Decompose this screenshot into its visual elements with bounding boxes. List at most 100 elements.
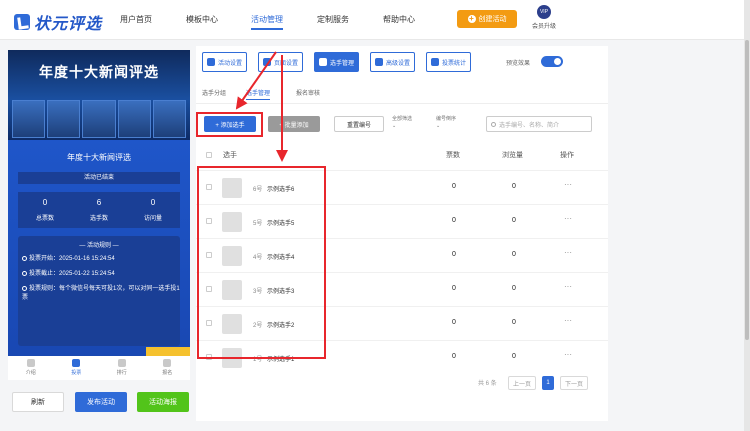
preview-tab-signup[interactable]: 报名 xyxy=(145,356,191,380)
more-icon[interactable]: ··· xyxy=(564,282,572,291)
search-input[interactable]: 选手编号、名称、简介 xyxy=(486,116,592,132)
rule-text: 投票规则：每个微信号每天可投1次，可以对同一选手投1票 xyxy=(22,286,180,301)
settings-icon xyxy=(207,58,215,66)
contestant-votes: 0 xyxy=(452,285,456,292)
brand-name: 状元评选 xyxy=(34,16,103,33)
tab-label: 投票 xyxy=(71,370,82,376)
prev-page-button[interactable]: 上一页 xyxy=(508,376,536,390)
preview-panel-title: 年度十大新闻评选 xyxy=(67,153,131,162)
search-icon xyxy=(491,121,496,127)
plus-icon: + xyxy=(467,14,476,23)
pagination-total: 共 6 条 xyxy=(478,381,497,387)
flag-icon xyxy=(163,359,172,367)
nav-item-help-center[interactable]: 帮助中心 xyxy=(383,14,415,25)
divider xyxy=(196,103,608,104)
page-scrollbar[interactable] xyxy=(744,0,750,431)
preview-banner: 年度十大新闻评选 xyxy=(8,50,190,140)
subtab-contestant-groups[interactable]: 选手分组 xyxy=(202,88,226,97)
contestant-views: 0 xyxy=(512,183,516,190)
more-icon[interactable]: ··· xyxy=(564,248,572,257)
contestant-votes: 0 xyxy=(452,217,456,224)
mobile-preview: 年度十大新闻评选 年度十大新闻评选 活动已结束 0 总票数 6 选手数 0 访问… xyxy=(8,50,190,380)
tool-advanced-settings[interactable]: 高级设置 xyxy=(370,52,416,72)
publish-activity-button[interactable]: 发布活动 xyxy=(75,392,127,412)
stat-label: 访问量 xyxy=(143,216,162,222)
contestant-votes: 0 xyxy=(452,353,456,360)
preview-effect-toggle[interactable] xyxy=(541,56,563,67)
banner-photo xyxy=(117,100,151,138)
banner-title: 年度十大新闻评选 xyxy=(39,65,159,81)
clock-icon xyxy=(22,271,27,276)
banner-photo xyxy=(152,100,187,138)
intro-icon xyxy=(26,359,35,367)
header-contestant: 选手 xyxy=(223,152,237,159)
stat-visits: 0 访问量 xyxy=(126,192,180,228)
header-votes[interactable]: 票数 xyxy=(446,150,460,160)
stat-label: 选手数 xyxy=(89,216,108,222)
tool-activity-settings[interactable]: 活动设置 xyxy=(202,52,248,72)
sliders-icon xyxy=(375,58,383,66)
tool-label: 投票统计 xyxy=(442,60,467,67)
stat-contestants: 6 选手数 xyxy=(72,192,126,228)
table-header: 选手 票数 浏览量 操作 xyxy=(196,146,608,166)
refresh-button[interactable]: 刷新 xyxy=(12,392,64,412)
subtab-contestant-management[interactable]: 选手管理 xyxy=(246,88,271,100)
annotation-highlight-contestant-list xyxy=(197,166,326,359)
rule-vote-end: 投票截止：2025-01-22 15:24:54 xyxy=(22,270,180,279)
activity-poster-button[interactable]: 活动海报 xyxy=(137,392,189,412)
filter-label: 全部筛选 xyxy=(392,116,413,122)
subtab-signup-review[interactable]: 报名审核 xyxy=(296,88,320,97)
header-views[interactable]: 浏览量 xyxy=(502,150,523,160)
banner-photo xyxy=(82,100,116,138)
create-activity-button[interactable]: + 创建活动 xyxy=(457,10,517,28)
create-activity-label: 创建活动 xyxy=(478,16,507,23)
select-all-checkbox[interactable] xyxy=(206,152,212,158)
vip-icon: VIP xyxy=(537,5,551,19)
banner-photo xyxy=(47,100,81,138)
tool-contestant-management[interactable]: 选手管理 xyxy=(314,52,360,72)
preview-effect-label: 预览效果 xyxy=(506,61,531,67)
more-icon[interactable]: ··· xyxy=(564,316,572,325)
rule-vote-policy: 投票规则：每个微信号每天可投1次，可以对同一选手投1票 xyxy=(22,285,180,303)
vip-upgrade[interactable]: VIP 会员升级 xyxy=(530,5,558,30)
batch-add-button[interactable]: + 批量添加 xyxy=(268,116,320,132)
annotation-highlight-add-button xyxy=(196,112,263,137)
nav-item-templates[interactable]: 模板中心 xyxy=(186,14,218,25)
sort-dropdown[interactable]: 编号倒序 ⌄ xyxy=(436,116,456,130)
preview-tab-intro[interactable]: 介绍 xyxy=(8,356,54,380)
contestant-votes: 0 xyxy=(452,251,456,258)
contestant-votes: 0 xyxy=(452,319,456,326)
clock-icon xyxy=(22,256,27,261)
preview-info-panel: 年度十大新闻评选 活动已结束 0 总票数 6 选手数 0 访问量 — 活动规则 … xyxy=(8,140,190,380)
preview-tab-vote[interactable]: 投票 xyxy=(54,356,100,380)
tool-label: 高级设置 xyxy=(386,60,411,67)
tool-label: 页面设置 xyxy=(274,60,299,67)
header-operations: 操作 xyxy=(560,152,574,159)
stat-value: 0 xyxy=(42,198,48,207)
tool-page-settings[interactable]: 页面设置 xyxy=(258,52,304,72)
stat-label: 总票数 xyxy=(35,216,54,222)
tab-label: 介绍 xyxy=(25,370,36,376)
page-1-button[interactable]: 1 xyxy=(542,376,554,390)
nav-item-activity-management[interactable]: 活动管理 xyxy=(251,14,283,30)
contestant-views: 0 xyxy=(512,251,516,258)
more-icon[interactable]: ··· xyxy=(564,180,572,189)
stat-value: 6 xyxy=(96,198,102,207)
preview-tab-ranking[interactable]: 排行 xyxy=(99,356,145,380)
contestant-views: 0 xyxy=(512,353,516,360)
scrollbar-thumb[interactable] xyxy=(745,40,749,340)
next-page-button[interactable]: 下一页 xyxy=(560,376,588,390)
sort-label: 编号倒序 xyxy=(436,116,457,122)
filter-all-dropdown[interactable]: 全部筛选 ⌄ xyxy=(392,116,412,130)
nav-item-custom-service[interactable]: 定制服务 xyxy=(317,14,349,25)
contestant-views: 0 xyxy=(512,285,516,292)
more-icon[interactable]: ··· xyxy=(564,214,572,223)
brand-logo[interactable]: 状元评选 xyxy=(14,10,102,34)
stat-value: 0 xyxy=(150,198,156,207)
tool-vote-statistics[interactable]: 投票统计 xyxy=(426,52,472,72)
more-icon[interactable]: ··· xyxy=(564,350,572,359)
search-placeholder: 选手编号、名称、简介 xyxy=(499,122,560,129)
nav-item-home[interactable]: 用户首页 xyxy=(120,14,152,25)
rules-box: — 活动规则 — 投票开始：2025-01-16 15:24:54 投票截止：2… xyxy=(18,236,180,346)
reset-numbering-button[interactable]: 重置编号 xyxy=(334,116,384,132)
